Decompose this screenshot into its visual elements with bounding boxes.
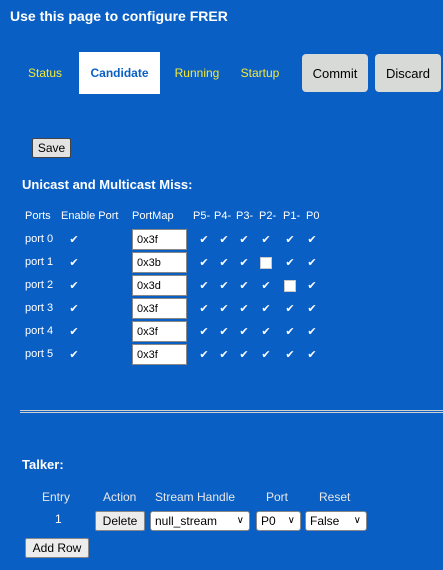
port-bit-checkbox[interactable]: ✔ [198, 257, 210, 269]
talker-header-action: Action [103, 490, 137, 504]
port-bit-checkbox[interactable]: ✔ [238, 326, 250, 338]
col-header-p3: P3- [236, 210, 254, 222]
port-bit-checkbox[interactable]: ✔ [306, 234, 318, 246]
tab-startup[interactable]: Startup [232, 52, 288, 94]
chevron-down-icon: ∨ [287, 515, 295, 526]
chevron-down-icon: ∨ [236, 515, 244, 526]
port-bit-checkbox[interactable] [284, 280, 296, 292]
reset-select[interactable]: False ∨ [305, 511, 367, 531]
row-port-label: port 1 [25, 256, 54, 268]
portmap-input[interactable] [132, 344, 187, 365]
port-bit-checkbox[interactable]: ✔ [306, 326, 318, 338]
row-port-label: port 3 [25, 302, 54, 314]
tab-status[interactable]: Status [17, 52, 73, 94]
section-divider [20, 410, 443, 413]
tab-candidate[interactable]: Candidate [79, 52, 160, 94]
port-bit-checkbox[interactable]: ✔ [218, 234, 230, 246]
port-bit-checkbox[interactable]: ✔ [306, 257, 318, 269]
add-row-button[interactable]: Add Row [25, 538, 89, 558]
port-bit-checkbox[interactable]: ✔ [284, 326, 296, 338]
discard-button[interactable]: Discard [375, 54, 441, 92]
enable-port-checkbox[interactable]: ✔ [68, 349, 80, 361]
port-bit-checkbox[interactable]: ✔ [218, 303, 230, 315]
port-bit-checkbox[interactable]: ✔ [260, 349, 272, 361]
portmap-input[interactable] [132, 229, 187, 250]
save-button[interactable]: Save [32, 138, 71, 158]
page-title: Use this page to configure FRER [10, 8, 228, 24]
tab-running[interactable]: Running [165, 52, 229, 94]
port-bit-checkbox[interactable]: ✔ [218, 257, 230, 269]
enable-port-checkbox[interactable]: ✔ [68, 280, 80, 292]
miss-section-title: Unicast and Multicast Miss: [22, 177, 193, 192]
row-port-label: port 5 [25, 348, 54, 360]
stream-handle-value: null_stream [155, 514, 218, 528]
row-port-label: port 0 [25, 233, 54, 245]
col-header-p1: P1- [283, 210, 301, 222]
col-header-p2: P2- [259, 210, 277, 222]
port-value: P0 [261, 514, 276, 528]
portmap-input[interactable] [132, 321, 187, 342]
col-header-portmap: PortMap [132, 210, 174, 222]
port-bit-checkbox[interactable]: ✔ [306, 280, 318, 292]
port-bit-checkbox[interactable]: ✔ [260, 234, 272, 246]
port-bit-checkbox[interactable]: ✔ [260, 303, 272, 315]
port-bit-checkbox[interactable]: ✔ [284, 234, 296, 246]
tab-bar: Status Candidate Running Startup Commit … [0, 52, 443, 94]
port-bit-checkbox[interactable]: ✔ [218, 349, 230, 361]
delete-row-button[interactable]: Delete [95, 511, 145, 531]
port-bit-checkbox[interactable]: ✔ [238, 280, 250, 292]
stream-handle-select[interactable]: null_stream ∨ [150, 511, 250, 531]
port-bit-checkbox[interactable]: ✔ [284, 303, 296, 315]
port-bit-checkbox[interactable]: ✔ [218, 280, 230, 292]
port-bit-checkbox[interactable]: ✔ [198, 303, 210, 315]
portmap-input[interactable] [132, 252, 187, 273]
port-bit-checkbox[interactable]: ✔ [306, 349, 318, 361]
port-bit-checkbox[interactable]: ✔ [306, 303, 318, 315]
port-bit-checkbox[interactable]: ✔ [218, 326, 230, 338]
row-port-label: port 4 [25, 325, 54, 337]
enable-port-checkbox[interactable]: ✔ [68, 257, 80, 269]
talker-section-title: Talker: [22, 457, 64, 472]
port-bit-checkbox[interactable]: ✔ [284, 257, 296, 269]
commit-button[interactable]: Commit [302, 54, 368, 92]
talker-header-stream-handle: Stream Handle [155, 490, 236, 504]
col-header-p0: P0 [306, 210, 320, 222]
enable-port-checkbox[interactable]: ✔ [68, 326, 80, 338]
port-bit-checkbox[interactable]: ✔ [260, 280, 272, 292]
row-port-label: port 2 [25, 279, 54, 291]
enable-port-checkbox[interactable]: ✔ [68, 303, 80, 315]
port-bit-checkbox[interactable]: ✔ [198, 349, 210, 361]
port-bit-checkbox[interactable]: ✔ [238, 303, 250, 315]
chevron-down-icon: ∨ [353, 515, 361, 526]
port-bit-checkbox[interactable]: ✔ [238, 349, 250, 361]
enable-port-checkbox[interactable]: ✔ [68, 234, 80, 246]
port-select[interactable]: P0 ∨ [256, 511, 301, 531]
col-header-enable-port: Enable Port [61, 210, 119, 222]
reset-value: False [310, 514, 340, 528]
talker-header-reset: Reset [319, 490, 351, 504]
port-bit-checkbox[interactable]: ✔ [198, 280, 210, 292]
col-header-ports: Ports [25, 210, 51, 222]
frer-config-page: Use this page to configure FRER Status C… [0, 0, 443, 570]
port-bit-checkbox[interactable] [260, 257, 272, 269]
talker-entry-number: 1 [55, 512, 62, 526]
talker-header-entry: Entry [42, 490, 71, 504]
portmap-input[interactable] [132, 298, 187, 319]
col-header-p5: P5- [193, 210, 211, 222]
talker-header-port: Port [266, 490, 289, 504]
port-bit-checkbox[interactable]: ✔ [260, 326, 272, 338]
col-header-p4: P4- [214, 210, 232, 222]
port-bit-checkbox[interactable]: ✔ [238, 234, 250, 246]
port-bit-checkbox[interactable]: ✔ [198, 326, 210, 338]
port-bit-checkbox[interactable]: ✔ [198, 234, 210, 246]
portmap-input[interactable] [132, 275, 187, 296]
port-bit-checkbox[interactable]: ✔ [284, 349, 296, 361]
port-bit-checkbox[interactable]: ✔ [238, 257, 250, 269]
